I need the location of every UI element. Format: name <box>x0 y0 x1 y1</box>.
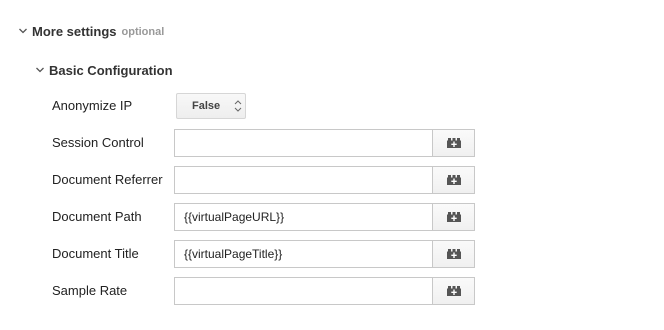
add-variable-brick-icon <box>446 175 461 185</box>
add-variable-brick-icon <box>446 138 461 148</box>
sample-rate-variable-button[interactable] <box>432 277 475 305</box>
document-title-label: Document Title <box>52 246 139 261</box>
document-referrer-variable-button[interactable] <box>432 166 475 194</box>
chevron-down-icon <box>36 67 44 73</box>
more-settings-toggle[interactable]: More settings optional <box>18 22 164 40</box>
sample-rate-input[interactable] <box>174 277 432 305</box>
add-variable-brick-icon <box>446 249 461 259</box>
updown-arrows-icon <box>234 100 242 112</box>
anonymize-ip-selected-value: False <box>192 100 221 112</box>
session-control-variable-button[interactable] <box>432 129 475 157</box>
chevron-down-icon <box>19 28 27 34</box>
document-title-variable-button[interactable] <box>432 240 475 268</box>
add-variable-brick-icon <box>446 286 461 296</box>
document-path-variable-button[interactable] <box>432 203 475 231</box>
anonymize-ip-label: Anonymize IP <box>52 98 133 113</box>
tag-settings-panel: More settings optional Basic Configurati… <box>0 0 664 330</box>
document-referrer-input[interactable] <box>174 166 432 194</box>
document-path-input[interactable] <box>174 203 432 231</box>
basic-configuration-title: Basic Configuration <box>49 62 173 78</box>
session-control-label: Session Control <box>52 135 144 150</box>
document-title-input[interactable] <box>174 240 432 268</box>
sample-rate-label: Sample Rate <box>52 283 128 298</box>
more-settings-title: More settings <box>32 23 117 39</box>
basic-configuration-toggle[interactable]: Basic Configuration <box>35 61 173 79</box>
optional-label: optional <box>121 26 165 38</box>
document-referrer-label: Document Referrer <box>52 172 163 187</box>
session-control-input[interactable] <box>174 129 432 157</box>
document-path-label: Document Path <box>52 209 142 224</box>
add-variable-brick-icon <box>446 212 461 222</box>
anonymize-ip-select[interactable]: False <box>176 93 246 119</box>
